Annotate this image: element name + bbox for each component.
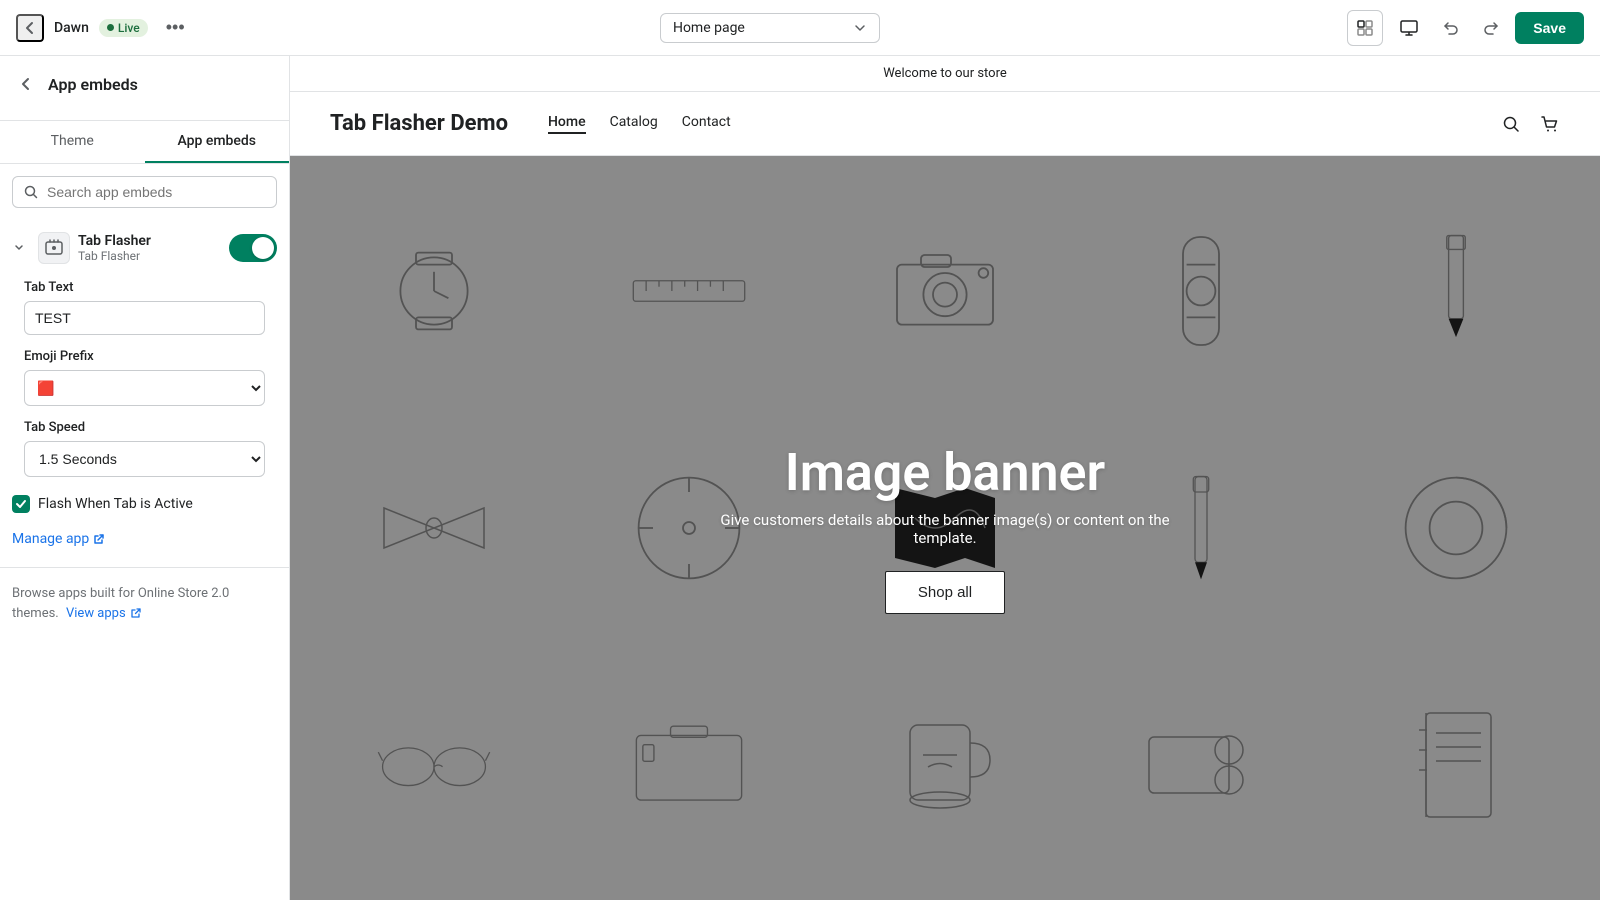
banner-subtitle: Give customers details about the banner … [695,511,1195,547]
banner-shop-all-button[interactable]: Shop all [885,571,1005,614]
back-button[interactable] [16,14,44,42]
banner-item-pencil [1332,176,1580,405]
flash-when-active-row: Flash When Tab is Active [0,491,289,527]
banner-item-camera-body [821,176,1069,405]
banner-item-ruler [566,176,814,405]
app-name: Tab Flasher [78,233,221,249]
view-apps-label: View apps [66,606,126,621]
back-icon [18,76,34,92]
sidebar-title: App embeds [48,75,138,106]
app-icon [38,232,70,264]
preview-pane: Welcome to our store Tab Flasher Demo Ho… [290,56,1600,900]
nav-link-catalog[interactable]: Catalog [610,114,658,134]
store-preview: Welcome to our store Tab Flasher Demo Ho… [290,56,1600,900]
tab-speed-field: Tab Speed 0.5 Seconds 1 Second 1.5 Secon… [12,420,277,491]
tab-text-label: Tab Text [24,280,265,295]
banner-item-lens [1077,176,1325,405]
manage-app-label: Manage app [12,531,89,547]
select-tool-button[interactable] [1347,10,1383,46]
external-link-icon [93,533,105,545]
emoji-prefix-field: Emoji Prefix 🟥 [12,349,277,420]
app-sub-name: Tab Flasher [78,249,221,263]
save-button[interactable]: Save [1515,12,1584,44]
store-announcement: Welcome to our store [290,56,1600,92]
live-badge: Live [99,19,148,37]
banner-item-tape [1332,413,1580,642]
nav-link-contact[interactable]: Contact [682,114,731,134]
browse-apps-section: Browse apps built for Online Store 2.0 t… [0,572,289,639]
app-info: Tab Flasher Tab Flasher [78,233,221,263]
redo-button[interactable] [1475,12,1507,44]
chevron-down-icon [853,21,867,35]
emoji-select[interactable]: 🟥 [24,370,265,406]
image-banner: Image banner Give customers details abou… [290,156,1600,900]
tab-app-embeds[interactable]: App embeds [145,121,290,163]
banner-item-bowtie [310,413,558,642]
store-nav-links: Home Catalog Contact [548,114,1500,134]
emoji-select-wrap: 🟥 [24,370,265,406]
banner-title: Image banner [695,442,1195,503]
tab-text-input[interactable] [24,301,265,335]
topbar: Dawn Live ••• Home page Save [0,0,1600,56]
app-embed-item: Tab Flasher Tab Flasher Tab Text Emoji P… [0,220,289,491]
banner-item-notebook [1332,651,1580,880]
tab-flasher-icon [44,238,64,258]
live-dot [107,24,114,31]
banner-item-sunglasses [310,651,558,880]
store-nav: Tab Flasher Demo Home Catalog Contact [290,92,1600,156]
manage-app-link-wrap: Manage app [0,527,289,563]
topbar-left: Dawn Live ••• [16,13,193,42]
cursor-icon [1356,19,1374,37]
sidebar-tabs: Theme App embeds [0,121,289,164]
store-name: Dawn [54,20,89,36]
search-nav-icon[interactable] [1500,113,1522,135]
search-input[interactable] [47,184,266,200]
checkmark-icon [15,498,27,510]
sidebar-back-button[interactable] [12,70,40,98]
tab-theme[interactable]: Theme [0,121,145,163]
manage-app-link[interactable]: Manage app [12,531,277,547]
store-logo: Tab Flasher Demo [330,111,508,136]
more-button[interactable]: ••• [158,13,193,42]
cart-nav-icon[interactable] [1538,113,1560,135]
search-icon [23,184,39,200]
page-selector[interactable]: Home page [660,13,880,43]
flash-when-active-label: Flash When Tab is Active [38,496,193,512]
search-wrap [0,164,289,220]
banner-item-vintage-camera [566,651,814,880]
chevron-down-icon[interactable] [12,239,26,258]
app-enable-toggle[interactable] [229,234,277,262]
tab-speed-select[interactable]: 0.5 Seconds 1 Second 1.5 Seconds 2 Secon… [24,441,265,477]
sidebar: App embeds Theme App embeds [0,56,290,900]
tab-text-field: Tab Text [12,280,277,349]
tab-speed-label: Tab Speed [24,420,265,435]
flash-when-active-checkbox[interactable] [12,495,30,513]
redo-icon [1482,19,1500,37]
page-selector-text: Home page [673,20,745,36]
app-embed-header: Tab Flasher Tab Flasher [12,232,277,264]
emoji-prefix-label: Emoji Prefix [24,349,265,364]
banner-overlay: Image banner Give customers details abou… [695,442,1195,614]
banner-item-film-camera [1077,651,1325,880]
divider [0,567,289,568]
undo-button[interactable] [1435,12,1467,44]
banner-item-mug [821,651,1069,880]
external-link-icon [131,608,141,618]
sidebar-header: App embeds [0,56,289,121]
topbar-actions: Save [1347,10,1584,46]
desktop-view-button[interactable] [1391,10,1427,46]
topbar-center: Home page [205,13,1336,43]
banner-button-wrap: Shop all [695,571,1195,614]
search-box [12,176,277,208]
view-apps-link[interactable]: View apps [66,606,141,621]
undo-icon [1442,19,1460,37]
nav-link-home[interactable]: Home [548,114,586,134]
banner-item-watch [310,176,558,405]
store-nav-icons [1500,113,1560,135]
main-content: App embeds Theme App embeds [0,56,1600,900]
toggle-slider [229,234,277,262]
desktop-icon [1399,18,1419,38]
live-label: Live [118,21,140,35]
